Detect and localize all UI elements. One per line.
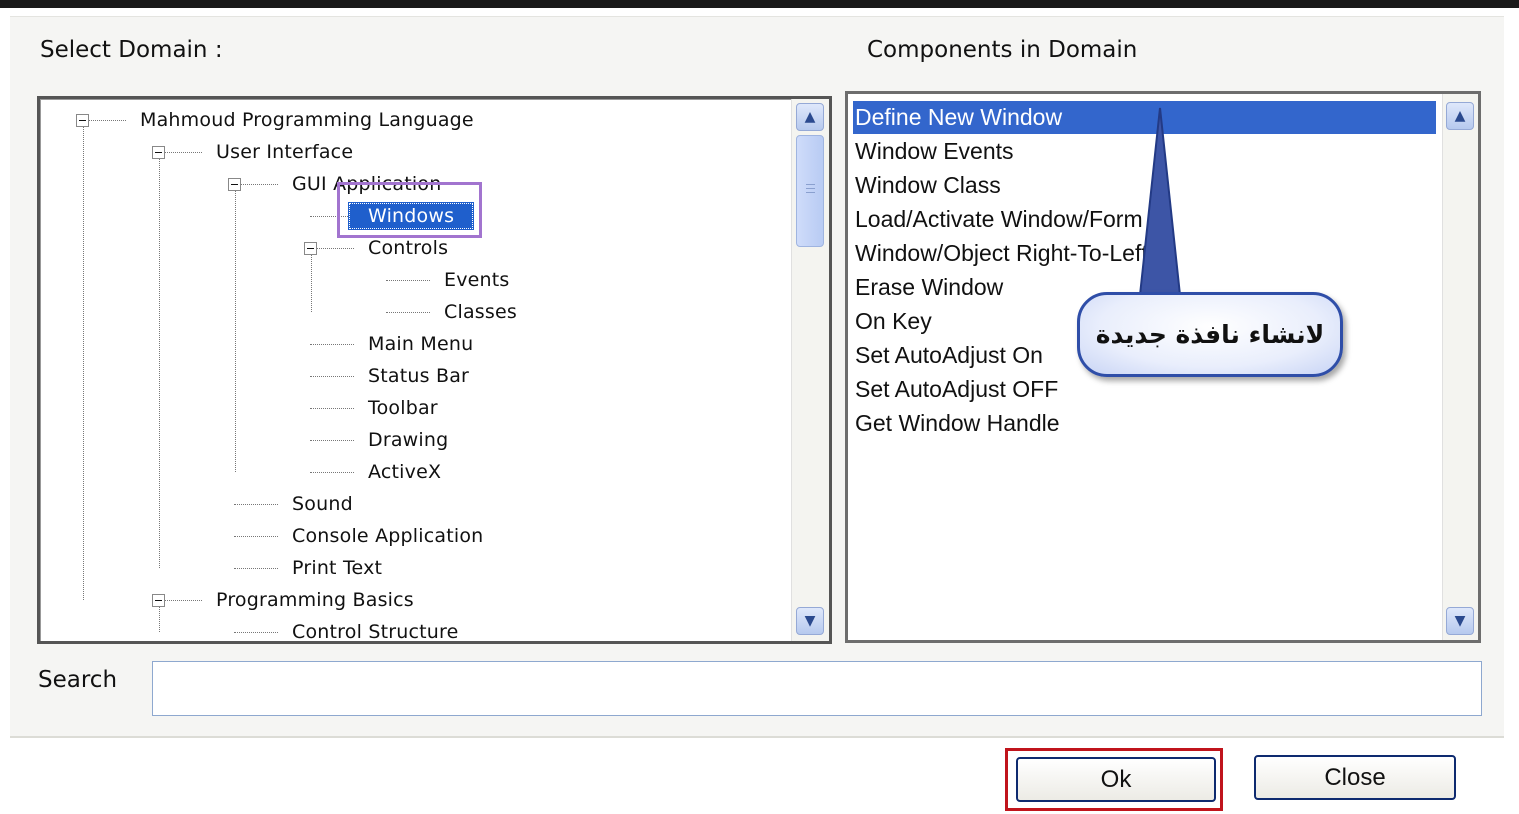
tree-node[interactable]: Mahmoud Programming Language (140, 109, 474, 131)
tree-scroll-down-button[interactable]: ▼ (796, 607, 824, 635)
tree-guide-line (159, 159, 160, 568)
ok-button[interactable]: Ok (1016, 757, 1216, 802)
minus-box-icon[interactable] (304, 242, 317, 255)
tree-connector (234, 632, 278, 633)
tree-scrollbar[interactable]: ▲ ▼ (791, 99, 829, 641)
minus-box-icon[interactable] (76, 114, 89, 127)
callout-text: لانشاء نافذة جديدة (1095, 320, 1325, 349)
windows-node-highlight (337, 182, 482, 238)
tree-node[interactable]: Classes (444, 301, 517, 323)
dialog-panel: Select Domain : Components in Domain Mah… (10, 16, 1504, 738)
window-top-edge (0, 0, 1519, 8)
tree-node[interactable]: Controls (368, 237, 448, 259)
minus-box-icon[interactable] (228, 178, 241, 191)
tree-connector (310, 408, 354, 409)
components-scroll-up-button[interactable]: ▲ (1446, 102, 1474, 130)
tree-guide-line (311, 255, 312, 312)
close-button[interactable]: Close (1254, 755, 1456, 800)
tree-node[interactable]: Events (444, 269, 510, 291)
minus-box-icon[interactable] (152, 146, 165, 159)
components-scroll-down-button[interactable]: ▼ (1446, 607, 1474, 635)
tree-node[interactable]: Programming Basics (216, 589, 414, 611)
tree-scroll-thumb[interactable] (796, 135, 824, 247)
tree-node[interactable]: ActiveX (368, 461, 441, 483)
components-in-domain-label: Components in Domain (867, 37, 1138, 63)
tree-guide-line (159, 607, 160, 632)
tree-connector (310, 472, 354, 473)
tree-node[interactable]: Console Application (292, 525, 483, 547)
tree-node[interactable]: Main Menu (368, 333, 473, 355)
tree-connector (234, 536, 278, 537)
domain-tree[interactable]: Mahmoud Programming Language User Interfa… (37, 96, 832, 644)
tree-scroll-up-button[interactable]: ▲ (796, 103, 824, 131)
chevron-down-icon: ▼ (804, 613, 816, 629)
tree-connector (386, 312, 430, 313)
list-item[interactable]: Get Window Handle (853, 407, 1436, 440)
chevron-up-icon: ▲ (804, 109, 816, 125)
select-domain-label: Select Domain : (40, 37, 223, 63)
tree-connector (310, 344, 354, 345)
chevron-up-icon: ▲ (1454, 108, 1466, 124)
tree-node[interactable]: Status Bar (368, 365, 469, 387)
tree-guide-line (83, 127, 84, 600)
tree-connector (234, 504, 278, 505)
components-scrollbar[interactable]: ▲ ▼ (1442, 94, 1478, 640)
tree-connector (386, 280, 430, 281)
list-item[interactable]: Set AutoAdjust OFF (853, 373, 1436, 406)
tree-guide-line (235, 191, 236, 472)
tree-node[interactable]: Control Structure (292, 621, 459, 641)
tree-connector (234, 568, 278, 569)
callout-bubble: لانشاء نافذة جديدة (1077, 292, 1343, 377)
tree-node[interactable]: Toolbar (368, 397, 438, 419)
chevron-down-icon: ▼ (1454, 613, 1466, 629)
search-input[interactable] (152, 661, 1482, 716)
tree-node[interactable]: Sound (292, 493, 353, 515)
tree-connector (310, 376, 354, 377)
tree-connector (310, 440, 354, 441)
callout-pointer (1138, 107, 1182, 296)
search-label: Search (38, 667, 118, 693)
tree-node[interactable]: User Interface (216, 141, 353, 163)
tree-node[interactable]: Print Text (292, 557, 382, 579)
tree-node[interactable]: Drawing (368, 429, 448, 451)
minus-box-icon[interactable] (152, 594, 165, 607)
